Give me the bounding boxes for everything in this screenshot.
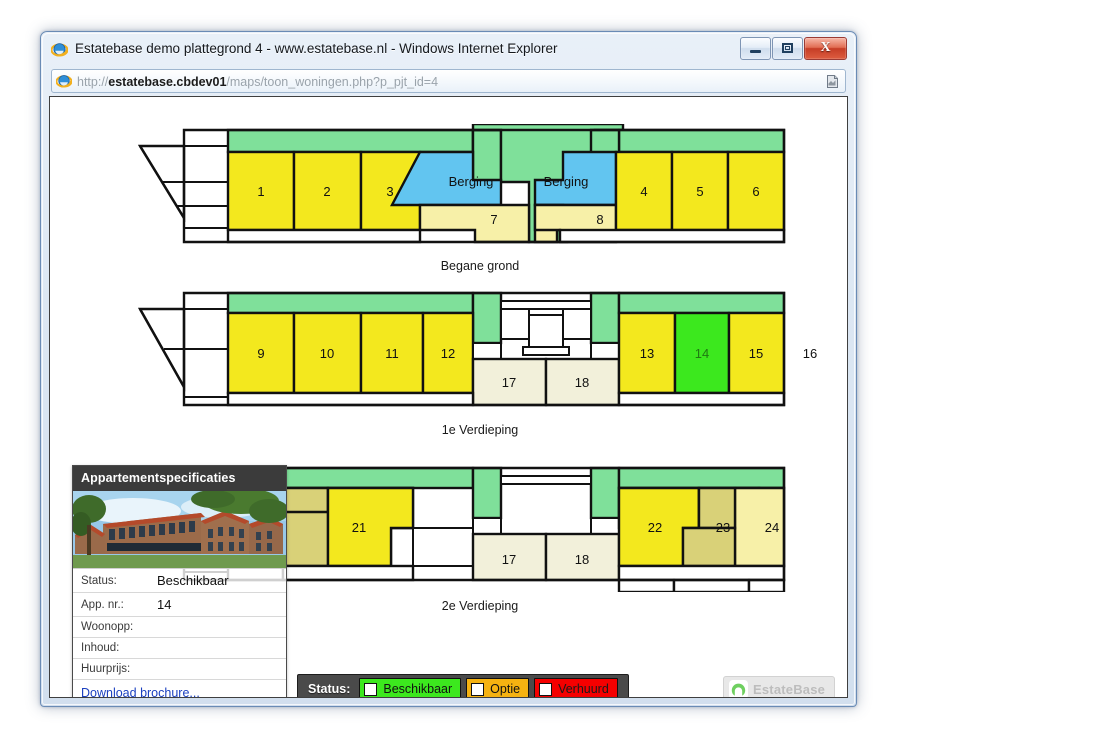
floorplan-begane-grond[interactable]: 1 2 3 Berging 7 8 Berging 4 5 6 <box>138 124 818 248</box>
maximize-button[interactable] <box>772 37 803 60</box>
unit-22: 22 <box>648 520 662 535</box>
url-path: /maps/toon_woningen.php?p_pjt_id=4 <box>226 75 439 89</box>
close-button[interactable]: X <box>804 37 847 60</box>
apartment-specs-popup[interactable]: Appartementspecificaties Status: Beschik… <box>72 465 287 697</box>
unit-14: 14 <box>695 346 709 361</box>
legend-label-beschikbaar: Beschikbaar <box>383 682 453 696</box>
spec-row-woonopp: Woonopp: <box>73 616 286 638</box>
legend-swatch-beschikbaar <box>364 682 378 696</box>
unit-6: 6 <box>752 184 759 199</box>
spec-key-huurprijs: Huurprijs: <box>73 658 157 680</box>
spec-key-woonopp: Woonopp: <box>73 616 157 638</box>
unit-berging-right: Berging <box>544 174 589 189</box>
unit-2: 2 <box>323 184 330 199</box>
spec-row-appnr: App. nr.: 14 <box>73 592 286 617</box>
floor-label-1e-verdieping: 1e Verdieping <box>441 423 519 437</box>
internet-explorer-icon <box>55 73 73 89</box>
address-bar[interactable]: http://estatebase.cbdev01/maps/toon_woni… <box>51 69 846 93</box>
legend-item-optie[interactable]: Optie <box>466 678 530 697</box>
title-bar[interactable]: Estatebase demo plattegrond 4 - www.esta… <box>41 32 856 66</box>
unit-11: 11 <box>385 346 399 361</box>
window-controls: X <box>739 37 847 60</box>
unit-15: 15 <box>749 346 763 361</box>
unit-8: 8 <box>596 212 603 227</box>
estatebase-brand-name: EstateBase <box>753 682 826 697</box>
unit-7: 7 <box>490 212 497 227</box>
unit-10: 10 <box>320 346 334 361</box>
url-scheme: http:// <box>77 75 109 89</box>
estatebase-logo-icon <box>729 680 748 697</box>
legend-swatch-verhuurd <box>539 682 553 696</box>
legend-item-beschikbaar[interactable]: Beschikbaar <box>359 678 462 697</box>
popup-title: Appartementspecificaties <box>73 466 286 491</box>
unit-13: 13 <box>640 346 654 361</box>
unit-3: 3 <box>386 184 393 199</box>
browser-window: Estatebase demo plattegrond 4 - www.esta… <box>40 31 857 707</box>
spec-value-woonopp <box>157 616 286 638</box>
legend-swatch-optie <box>471 682 485 696</box>
page-viewport: 1 2 3 Berging 7 8 Berging 4 5 6 Begane g… <box>49 96 848 698</box>
unit-17-first: 17 <box>502 375 516 390</box>
spec-value-huurprijs <box>157 658 286 680</box>
spec-value-status: Beschikbaar <box>157 568 286 593</box>
legend-item-verhuurd[interactable]: Verhuurd <box>534 678 618 697</box>
status-legend: Status: Beschikbaar Optie Verhuurd <box>297 674 629 697</box>
spec-value-appnr: 14 <box>157 592 286 617</box>
unit-21: 21 <box>352 520 366 535</box>
legend-label-verhuurd: Verhuurd <box>558 682 609 696</box>
unit-17-second: 17 <box>502 552 516 567</box>
minimize-button[interactable] <box>740 37 771 60</box>
unit-12: 12 <box>441 346 455 361</box>
floor-label-2e-verdieping: 2e Verdieping <box>441 599 519 613</box>
minimize-icon <box>750 50 761 53</box>
unit-1: 1 <box>257 184 264 199</box>
internet-explorer-icon <box>50 41 69 58</box>
unit-5: 5 <box>696 184 703 199</box>
legend-title: Status: <box>308 682 351 696</box>
building-render-image <box>73 491 286 568</box>
unit-24: 24 <box>765 520 779 535</box>
floorplan-1e-verdieping[interactable]: 9 10 11 12 17 18 13 14 15 16 <box>138 287 818 415</box>
url-text[interactable]: http://estatebase.cbdev01/maps/toon_woni… <box>77 73 815 91</box>
unit-16: 16 <box>803 346 817 361</box>
floor-label-begane-grond: Begane grond <box>440 259 520 273</box>
download-brochure-link[interactable]: Download brochure... <box>73 680 286 697</box>
url-host: estatebase.cbdev01 <box>108 75 227 89</box>
window-title: Estatebase demo plattegrond 4 - www.esta… <box>75 41 558 56</box>
unit-berging-left: Berging <box>449 174 494 189</box>
unit-9: 9 <box>257 346 264 361</box>
spec-row-inhoud: Inhoud: <box>73 637 286 659</box>
apartment-specs-table: Status: Beschikbaar App. nr.: 14 Woonopp… <box>73 568 286 680</box>
spec-key-inhoud: Inhoud: <box>73 637 157 659</box>
close-icon: X <box>820 40 831 55</box>
maximize-icon <box>782 43 793 53</box>
page-icon[interactable] <box>825 74 840 89</box>
spec-value-inhoud <box>157 637 286 659</box>
unit-23: 23 <box>716 520 730 535</box>
unit-18-first: 18 <box>575 375 589 390</box>
unit-18-second: 18 <box>575 552 589 567</box>
unit-4: 4 <box>640 184 647 199</box>
spec-key-appnr: App. nr.: <box>73 592 157 617</box>
estatebase-brand[interactable]: EstateBase <box>723 676 835 697</box>
legend-label-optie: Optie <box>490 682 521 696</box>
screen: Estatebase demo plattegrond 4 - www.esta… <box>0 0 1096 749</box>
spec-key-status: Status: <box>73 568 157 593</box>
spec-row-status: Status: Beschikbaar <box>73 568 286 593</box>
spec-row-huurprijs: Huurprijs: <box>73 658 286 680</box>
